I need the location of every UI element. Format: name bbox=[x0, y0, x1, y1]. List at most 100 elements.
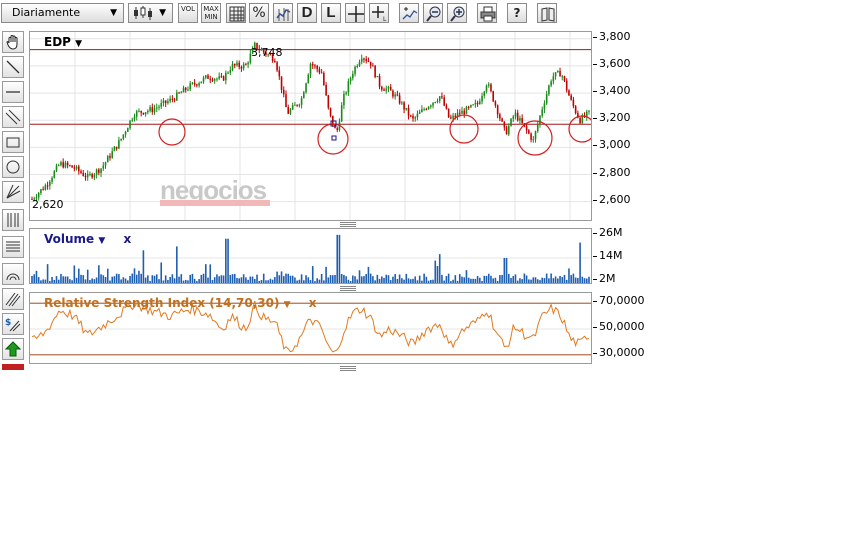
volume-bar bbox=[557, 278, 559, 283]
volume-button[interactable]: VOL bbox=[178, 3, 198, 23]
volume-bar bbox=[149, 281, 151, 283]
speed-lines-tool-button[interactable] bbox=[2, 288, 24, 310]
toolbar: Diariamente ▼ ▼ VOL MAX MIN % D L L ? bbox=[0, 0, 564, 28]
candle-body bbox=[73, 167, 76, 169]
candle-body bbox=[458, 112, 461, 114]
candle-body bbox=[140, 110, 142, 113]
volume-bar bbox=[507, 273, 510, 283]
pan-tool-button[interactable] bbox=[2, 31, 24, 53]
volume-bar bbox=[158, 279, 160, 283]
price-chart-panel[interactable]: negocios EDP ▼ 3,748 2,620 bbox=[29, 31, 592, 221]
volume-bar bbox=[276, 271, 278, 283]
volume-bar bbox=[588, 276, 590, 283]
volume-bar bbox=[35, 270, 38, 283]
symbol-label: EDP bbox=[44, 35, 71, 49]
chart-type-select[interactable]: ▼ bbox=[128, 3, 173, 23]
ellipse-tool-button[interactable] bbox=[2, 156, 24, 178]
price-tick-label: 3,400 bbox=[593, 84, 631, 98]
volume-bar bbox=[256, 274, 258, 283]
candle-body bbox=[347, 81, 350, 93]
volume-bar bbox=[579, 242, 581, 283]
volume-bar bbox=[470, 278, 472, 283]
candle-body bbox=[548, 85, 550, 95]
help-button[interactable]: ? bbox=[507, 3, 527, 23]
volume-bar bbox=[124, 278, 127, 283]
l-button[interactable]: L bbox=[321, 3, 341, 23]
volume-bar bbox=[178, 276, 180, 283]
volume-close-button[interactable]: x bbox=[123, 232, 131, 246]
candle-body bbox=[173, 99, 176, 101]
volume-bar bbox=[418, 275, 421, 283]
candle-body bbox=[164, 100, 167, 104]
rectangle-icon bbox=[6, 137, 20, 148]
grid-toggle-button[interactable] bbox=[226, 3, 246, 23]
volume-bar bbox=[236, 278, 238, 283]
volume-bar bbox=[164, 275, 167, 283]
price-tick-label: 2,600 bbox=[593, 192, 631, 206]
print-button[interactable] bbox=[477, 3, 497, 23]
candle-body bbox=[510, 118, 512, 126]
trend-line-tool-button[interactable] bbox=[2, 56, 24, 78]
retracement-tool-button[interactable] bbox=[2, 236, 24, 258]
candle-body bbox=[588, 110, 590, 112]
resize-handle[interactable] bbox=[340, 222, 356, 227]
buy-signal-button[interactable] bbox=[2, 338, 24, 360]
rsi-title[interactable]: Relative Strength Index (14,70,30) ▼ x bbox=[44, 296, 317, 310]
rectangle-tool-button[interactable] bbox=[2, 131, 24, 153]
volume-panel[interactable]: Volume ▼ x bbox=[29, 228, 592, 284]
resize-handle[interactable] bbox=[340, 366, 356, 371]
candle-body bbox=[563, 76, 566, 81]
volume-bar bbox=[465, 270, 468, 283]
d-button[interactable]: D bbox=[297, 3, 317, 23]
candle-body bbox=[160, 103, 163, 107]
crosshair-label-button[interactable]: L bbox=[369, 3, 389, 23]
volume-bar bbox=[501, 274, 503, 283]
volume-bar bbox=[416, 280, 419, 283]
period-select[interactable]: Diariamente ▼ bbox=[1, 3, 124, 23]
volume-bar bbox=[303, 280, 305, 283]
volume-bar bbox=[434, 260, 437, 283]
volume-bar bbox=[44, 279, 47, 283]
rsi-panel[interactable]: Relative Strength Index (14,70,30) ▼ x bbox=[29, 292, 592, 364]
volume-bar bbox=[505, 258, 508, 283]
volume-bar bbox=[514, 274, 517, 283]
crosshair-button[interactable] bbox=[345, 3, 365, 23]
zoom-fit-button[interactable] bbox=[399, 3, 419, 23]
volume-bar bbox=[510, 277, 512, 283]
volume-bar bbox=[356, 279, 359, 283]
max-min-button[interactable]: MAX MIN bbox=[201, 3, 221, 23]
zoom-out-button[interactable] bbox=[423, 3, 443, 23]
fibonacci-tool-button[interactable] bbox=[2, 209, 24, 231]
horizontal-line-tool-button[interactable] bbox=[2, 81, 24, 103]
candle-body bbox=[561, 76, 564, 78]
volume-bar bbox=[300, 274, 303, 283]
volume-bar bbox=[155, 274, 158, 283]
resize-handle[interactable] bbox=[340, 286, 356, 291]
volume-title[interactable]: Volume ▼ x bbox=[44, 232, 131, 246]
volume-bar bbox=[267, 280, 269, 283]
candle-body bbox=[298, 104, 301, 106]
compare-chart-icon bbox=[276, 8, 291, 21]
candle-body bbox=[167, 101, 169, 104]
signal-tool-button[interactable]: $ bbox=[2, 313, 24, 335]
candle-body bbox=[236, 62, 238, 66]
rsi-close-button[interactable]: x bbox=[309, 296, 317, 310]
candle-body bbox=[300, 98, 303, 105]
sell-signal-button[interactable] bbox=[2, 364, 24, 370]
volume-bar bbox=[572, 273, 575, 283]
candle-body bbox=[153, 108, 156, 113]
layout-button[interactable] bbox=[537, 3, 557, 23]
channel-tool-button[interactable] bbox=[2, 106, 24, 128]
candle-body bbox=[305, 83, 307, 93]
symbol-selector[interactable]: EDP ▼ bbox=[44, 35, 82, 49]
volume-bar bbox=[463, 277, 466, 283]
fan-tool-button[interactable] bbox=[2, 181, 24, 203]
zoom-in-button[interactable] bbox=[447, 3, 467, 23]
candle-body bbox=[124, 131, 127, 135]
percent-button[interactable]: % bbox=[249, 3, 269, 23]
candle-body bbox=[86, 174, 89, 178]
candle-body bbox=[409, 115, 412, 117]
compare-button[interactable] bbox=[273, 3, 293, 23]
candle-body bbox=[532, 139, 535, 141]
arc-tool-button[interactable] bbox=[2, 263, 24, 285]
